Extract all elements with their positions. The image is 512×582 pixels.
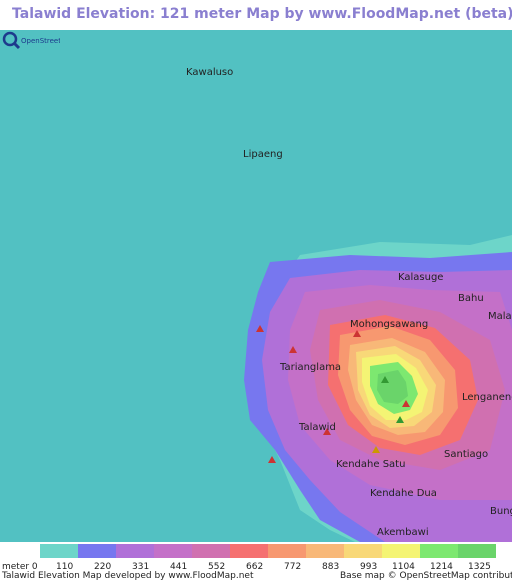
place-label: Talawid xyxy=(299,422,336,433)
page-title: Talawid Elevation: 121 meter Map by www.… xyxy=(12,6,512,22)
legend-swatch xyxy=(154,544,192,558)
legend-swatch xyxy=(306,544,344,558)
place-label: Mohongsawang xyxy=(350,319,429,330)
openstreetmap-logo: OpenStreetMap xyxy=(2,31,60,50)
osm-logo-text: OpenStreetMap xyxy=(21,37,60,45)
credit-right: Base map © OpenStreetMap contributors xyxy=(340,571,512,581)
legend-swatch xyxy=(420,544,458,558)
legend-swatch xyxy=(458,544,496,558)
legend-swatch xyxy=(382,544,420,558)
elevation-map[interactable]: Kawaluso Lipaeng Kalasuge Bahu Mala Moho… xyxy=(0,30,512,542)
legend-tick-label: 883 xyxy=(322,562,340,572)
place-label: Tarianglama xyxy=(280,362,342,373)
legend-swatch xyxy=(192,544,230,558)
place-label: Kawaluso xyxy=(186,67,234,78)
place-label: Akembawi xyxy=(377,527,429,538)
place-label: Lipaeng xyxy=(243,149,283,160)
legend-swatch xyxy=(40,544,78,558)
place-label: Kendahe Satu xyxy=(336,459,406,470)
place-label: Kalasuge xyxy=(398,272,444,283)
legend-swatch xyxy=(344,544,382,558)
elevation-legend: meter 0 110 220 331 441 552 662 772 883 993 1104 1… xyxy=(0,542,512,582)
peak-marker xyxy=(268,456,276,463)
place-label: Santiago xyxy=(444,449,489,460)
place-label: Lenganeng xyxy=(462,392,512,403)
place-label: Bahu xyxy=(458,293,484,304)
legend-swatch xyxy=(116,544,154,558)
legend-swatch xyxy=(230,544,268,558)
place-label: Kendahe Dua xyxy=(370,488,437,499)
place-label: Bung xyxy=(490,506,512,517)
title-bar: Talawid Elevation: 121 meter Map by www.… xyxy=(0,0,512,30)
legend-swatch xyxy=(78,544,116,558)
legend-tick-label: 772 xyxy=(284,562,302,572)
place-label: Mala xyxy=(488,311,512,322)
terrain-layer xyxy=(244,235,512,542)
legend-swatch xyxy=(268,544,306,558)
credit-left: Talawid Elevation Map developed by www.F… xyxy=(2,571,254,581)
